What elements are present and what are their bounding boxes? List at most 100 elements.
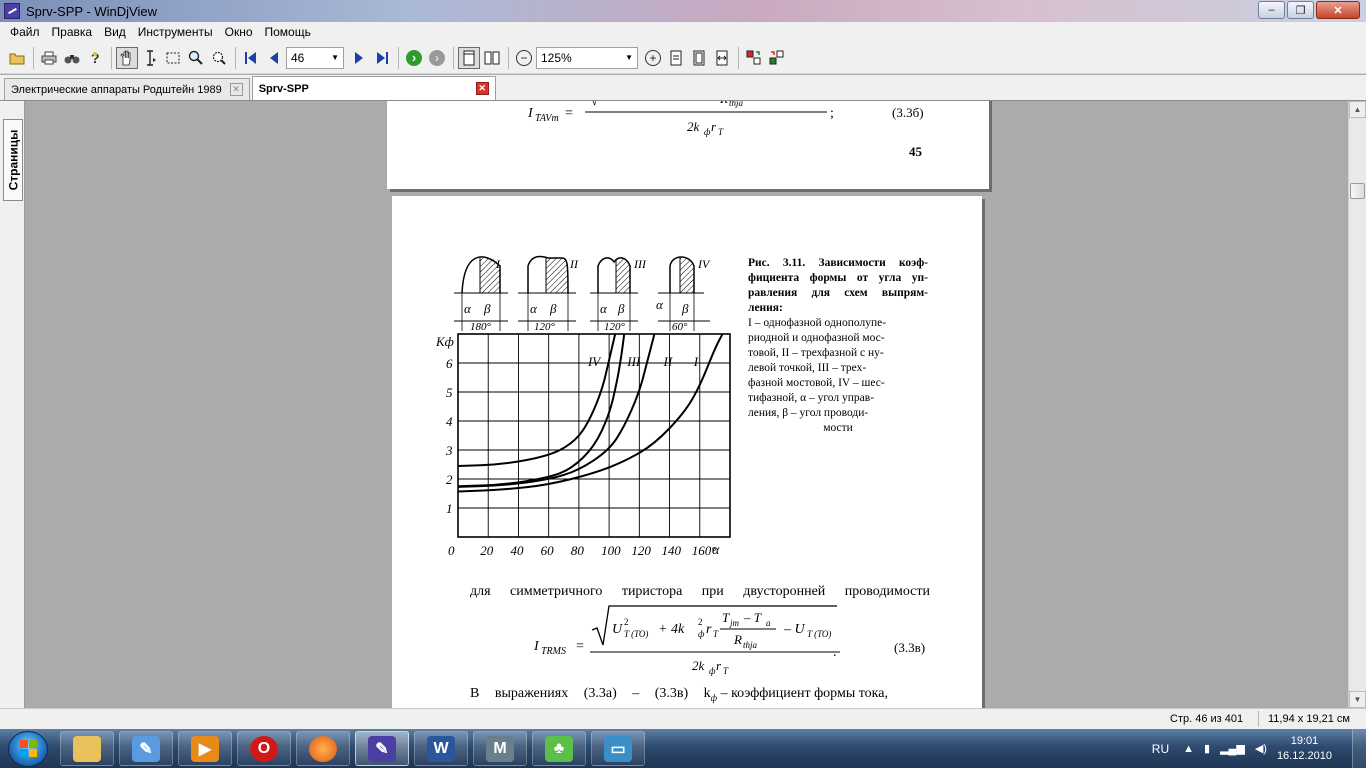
- series-label-i: I: [693, 354, 699, 369]
- facing-pages-layout-icon[interactable]: [481, 47, 503, 69]
- pages-panel-tab[interactable]: Страницы: [3, 119, 23, 201]
- print-icon[interactable]: [38, 47, 60, 69]
- taskbar-media-player[interactable]: ▶: [178, 731, 232, 766]
- scroll-down-icon[interactable]: ▼: [1349, 691, 1366, 708]
- network-icon[interactable]: ▂▄▆: [1220, 742, 1245, 755]
- kf-vs-alpha-chart: 1234560 20 40 60 80 100 120 140 160°IIIIIIIV: [445, 333, 731, 558]
- caption-title: Рис. 3.11. Зависимости коэф-фициента фор…: [748, 257, 928, 314]
- rect-select-icon[interactable]: [162, 47, 184, 69]
- ta-sub: a: [766, 618, 771, 628]
- close-tab-icon[interactable]: ✕: [475, 82, 489, 95]
- next-page-icon[interactable]: [348, 47, 370, 69]
- series-label-ii: II: [663, 354, 673, 369]
- menu-help[interactable]: Помощь: [259, 25, 317, 39]
- single-page-layout-icon[interactable]: [458, 46, 480, 69]
- close-button[interactable]: ✕: [1316, 1, 1360, 19]
- span-label-60: 60°: [672, 321, 688, 333]
- text-select-icon[interactable]: [139, 47, 161, 69]
- span-label-180: 180°: [470, 321, 492, 333]
- zoom-out-icon[interactable]: −: [513, 47, 535, 69]
- zoom-in-icon[interactable]: +: [642, 47, 664, 69]
- find-binoculars-icon[interactable]: [61, 47, 83, 69]
- numer-fragment-sub: thja: [729, 101, 744, 108]
- fit-page-icon[interactable]: [688, 47, 710, 69]
- tab-electrical-apparatus[interactable]: Электрические аппараты Родштейн 1989 ✕: [4, 78, 250, 100]
- tray-arrow-icon[interactable]: ▲: [1183, 743, 1194, 755]
- toolbar: ? 46 ▼ › › − 125% ▼ +: [0, 42, 1366, 74]
- hand-tool-icon[interactable]: [116, 46, 138, 69]
- y-tick-label: 2: [446, 472, 453, 487]
- maximize-button[interactable]: ❐: [1287, 1, 1314, 19]
- actual-size-icon[interactable]: [665, 47, 687, 69]
- taskbar-firefox[interactable]: [296, 731, 350, 766]
- menu-view[interactable]: Вид: [98, 25, 132, 39]
- prev-page-formula: I TAVm = √ R thja 2k ф r T ; (3.3б) 45: [527, 101, 924, 159]
- toolbar-separator: [235, 46, 236, 69]
- rotate-left-icon[interactable]: [743, 47, 765, 69]
- close-tab-icon[interactable]: ✕: [229, 83, 243, 96]
- denominator-tail-sub: T: [723, 666, 729, 676]
- taskbar-paint[interactable]: ✎: [119, 731, 173, 766]
- tab-sprv-spp[interactable]: Sprv-SPP ✕: [251, 76, 496, 100]
- go-back-icon[interactable]: ›: [426, 47, 448, 69]
- series-label-iv: IV: [587, 354, 602, 369]
- taskbar-windjview[interactable]: ✎: [355, 731, 409, 766]
- prev-page-icon[interactable]: [263, 47, 285, 69]
- chevron-down-icon: ▼: [331, 53, 339, 62]
- caption-line: тифазной, α – угол управ-: [748, 392, 875, 404]
- taskbar-bottle-app[interactable]: ♣: [532, 731, 586, 766]
- taskbar-opera[interactable]: O: [237, 731, 291, 766]
- caption-line: мости: [823, 422, 853, 434]
- menu-window[interactable]: Окно: [219, 25, 259, 39]
- zoom-rect-icon[interactable]: [208, 47, 230, 69]
- rotate-right-icon[interactable]: [766, 47, 788, 69]
- caption-line: риодной и однофазной мос-: [748, 332, 885, 344]
- go-forward-icon[interactable]: ›: [403, 47, 425, 69]
- usb-icon[interactable]: ▮: [1204, 742, 1210, 755]
- volume-icon[interactable]: ◀): [1255, 742, 1267, 755]
- x-tick-label: 120: [631, 543, 651, 558]
- forward-arrow-icon: ›: [406, 49, 422, 66]
- body-paragraph: для симметричного тиристора при двусторо…: [470, 584, 930, 599]
- first-page-icon[interactable]: [240, 47, 262, 69]
- window-controls: ‒ ❐ ✕: [1258, 1, 1360, 19]
- body-text-tail: – коэффициент формы тока,: [720, 686, 888, 701]
- status-divider: [1258, 711, 1259, 727]
- fit-width-icon[interactable]: [711, 47, 733, 69]
- document-viewport[interactable]: I TAVm = √ R thja 2k ф r T ; (3.3б) 45: [26, 101, 1348, 708]
- page-number: 45: [909, 144, 923, 159]
- menu-file[interactable]: Файл: [4, 25, 46, 39]
- media-play-icon: ▶: [191, 735, 219, 762]
- y-tick-label: 6: [446, 356, 453, 371]
- r-term: r: [706, 622, 712, 637]
- language-indicator[interactable]: RU: [1152, 742, 1169, 756]
- tjm: T: [722, 610, 730, 625]
- scroll-thumb[interactable]: [1350, 183, 1365, 199]
- taskbar-explorer[interactable]: [60, 731, 114, 766]
- plus-k-term: + 4k: [658, 622, 685, 637]
- menu-tools[interactable]: Инструменты: [132, 25, 219, 39]
- beta-label: β: [617, 301, 625, 316]
- taskbar-word[interactable]: W: [414, 731, 468, 766]
- start-button[interactable]: [8, 730, 48, 767]
- minimize-button[interactable]: ‒: [1258, 1, 1285, 19]
- vertical-scrollbar[interactable]: ▲ ▼: [1348, 101, 1366, 708]
- scroll-up-icon[interactable]: ▲: [1349, 101, 1366, 118]
- toolbar-separator: [111, 46, 112, 69]
- menu-edit[interactable]: Правка: [46, 25, 99, 39]
- formula-3-3v: I TRMS = U 2 T (TO) + 4k 2 ф r T T jm – …: [533, 605, 925, 676]
- zoom-icon[interactable]: [185, 47, 207, 69]
- toolbar-separator: [508, 46, 509, 69]
- page-number-combo[interactable]: 46 ▼: [286, 46, 344, 69]
- bottle-icon: ♣: [545, 735, 573, 762]
- open-folder-icon[interactable]: [6, 47, 28, 69]
- last-page-icon[interactable]: [371, 47, 393, 69]
- caption-line: товой, II – трехфазной с ну-: [748, 347, 884, 359]
- taskbar-m-app[interactable]: M: [473, 731, 527, 766]
- zoom-combo[interactable]: 125% ▼: [536, 46, 638, 69]
- system-tray: RU ▲ ▮ ▂▄▆ ◀) 19:01 16.12.2010: [1152, 729, 1366, 768]
- taskbar-photo-viewer[interactable]: ▭: [591, 731, 645, 766]
- show-desktop-button[interactable]: [1352, 729, 1366, 768]
- clock[interactable]: 19:01 16.12.2010: [1277, 734, 1332, 764]
- help-icon[interactable]: ?: [84, 47, 106, 69]
